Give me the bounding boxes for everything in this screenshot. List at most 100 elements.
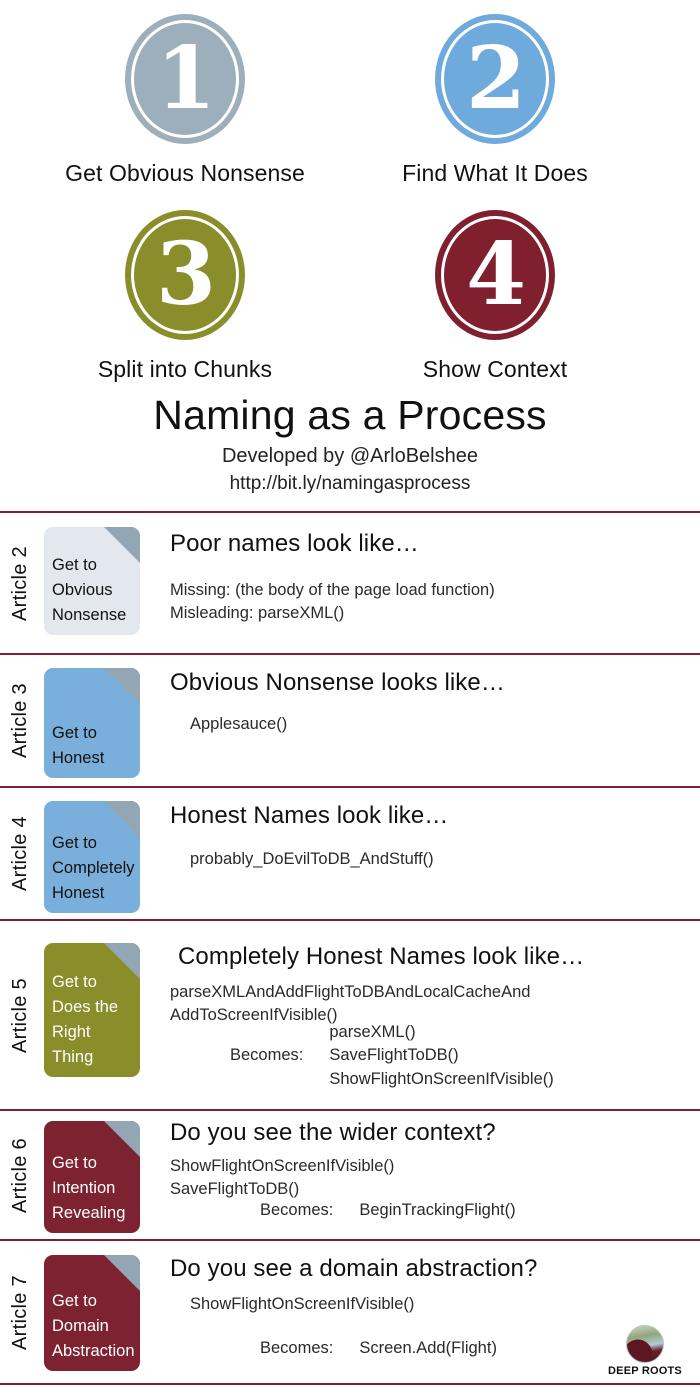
card-text-line: Get to xyxy=(52,723,97,742)
article-heading: Completely Honest Names look like… xyxy=(178,943,585,970)
article-number-label: Article 3 xyxy=(0,655,40,786)
step-3: 3 Split into Chunks xyxy=(10,210,360,383)
article-heading: Do you see a domain abstraction? xyxy=(170,1255,538,1282)
folded-corner-icon xyxy=(104,1255,140,1291)
step-3-label: Split into Chunks xyxy=(97,356,273,382)
article-row: Article 2 Get to Obvious Nonsense Poor names… xyxy=(0,511,700,653)
step-2-badge: 2 xyxy=(435,14,555,144)
card-text-line: Get to xyxy=(52,972,97,991)
article-example-lines: Applesauce() xyxy=(190,713,287,736)
article-body: Do you see the wider context? ShowFlightO… xyxy=(170,1111,694,1239)
article-number-label: Article 5 xyxy=(0,921,40,1109)
article-body: Completely Honest Names look like… parseX… xyxy=(170,921,694,1109)
article-row: Article 3 Get to Honest Obvious Nonsense lo… xyxy=(0,653,700,786)
article-body: Do you see a domain abstraction? ShowFlig… xyxy=(170,1241,694,1383)
title-block: Naming as a Process Developed by @ArloBe… xyxy=(0,392,700,495)
article-example-line: Missing: (the body of the page load func… xyxy=(170,581,495,599)
article-number-text: Article 2 xyxy=(8,545,31,621)
steps-section: 1 Get Obvious Nonsense 2 Find What It Do… xyxy=(0,0,700,400)
article-example-lines: ShowFlightOnScreenIfVisible() SaveFlightT… xyxy=(170,1155,394,1202)
article-example-lines: ShowFlightOnScreenIfVisible() xyxy=(190,1293,414,1316)
step-1: 1 Get Obvious Nonsense xyxy=(10,14,360,187)
article-heading: Poor names look like… xyxy=(170,530,419,557)
step-2-label: Find What It Does xyxy=(402,160,588,186)
step-1-label: Get Obvious Nonsense xyxy=(65,160,305,186)
step-2: 2 Find What It Does xyxy=(320,14,670,187)
article-row: Article 6 Get to Intention Revealing Do you … xyxy=(0,1109,700,1239)
becomes-block: Becomes: Screen.Add(Flight) xyxy=(260,1337,497,1360)
tree-roots-icon xyxy=(626,1325,664,1363)
step-1-badge: 1 xyxy=(125,14,245,144)
becomes-values: BeginTrackingFlight() xyxy=(359,1199,515,1222)
article-row: Article 4 Get to Completely Honest Honest Na… xyxy=(0,786,700,919)
article-example-line: parseXMLAndAddFlightToDBAndLocalCacheAnd xyxy=(170,983,531,1001)
becomes-value: BeginTrackingFlight() xyxy=(359,1201,516,1219)
deep-roots-logo: DEEP ROOTS xyxy=(602,1325,688,1377)
article-example-line: ShowFlightOnScreenIfVisible() xyxy=(190,1295,415,1313)
article-body: Honest Names look like… probably_DoEvilTo… xyxy=(170,788,694,919)
card-text-line: Abstraction xyxy=(52,1341,135,1360)
card-text-line: Obvious xyxy=(52,580,113,599)
card-text-line: Honest xyxy=(52,883,105,902)
article-heading: Do you see the wider context? xyxy=(170,1119,496,1146)
article-heading: Honest Names look like… xyxy=(170,802,449,829)
card-text-line: Domain xyxy=(52,1316,109,1335)
card-text-line: Intention xyxy=(52,1178,116,1197)
becomes-label: Becomes: xyxy=(230,1046,304,1065)
becomes-values: Screen.Add(Flight) xyxy=(359,1337,497,1360)
step-4-badge: 4 xyxy=(435,210,555,340)
step-4: 4 Show Context xyxy=(320,210,670,383)
title-subtitle: Developed by @ArloBelshee xyxy=(221,444,478,467)
article-example-line: Misleading: parseXML() xyxy=(170,604,345,623)
card-text-line: Get to xyxy=(52,833,97,852)
logo-text: DEEP ROOTS xyxy=(608,1365,682,1377)
article-step-card: Get to Obvious Nonsense xyxy=(44,527,140,635)
article-example-line: probably_DoEvilToDB_AndStuff() xyxy=(190,850,434,868)
step-1-number: 1 xyxy=(156,28,216,129)
article-number-label: Article 4 xyxy=(0,788,40,919)
card-text-line: Nonsense xyxy=(52,605,127,624)
article-number-text: Article 3 xyxy=(8,683,31,758)
step-3-number: 3 xyxy=(156,224,216,325)
infographic-page: 1 Get Obvious Nonsense 2 Find What It Do… xyxy=(0,0,700,1400)
article-number-label: Article 7 xyxy=(0,1241,40,1383)
card-text-line: Completely xyxy=(52,858,135,877)
card-text-line: Revealing xyxy=(52,1203,126,1222)
article-step-card: Get to Honest xyxy=(44,668,140,778)
becomes-values: parseXML() SaveFlightToDB() ShowFlightOnSc… xyxy=(329,1021,553,1091)
step-4-number: 4 xyxy=(466,224,526,325)
card-text-line: Get to xyxy=(52,555,97,574)
card-text-line: Does the xyxy=(52,997,119,1016)
step-4-label: Show Context xyxy=(422,356,568,382)
article-example-lines: Missing: (the body of the page load func… xyxy=(170,579,495,626)
article-example-line: Applesauce() xyxy=(190,715,288,733)
article-row: Article 7 Get to Domain Abstraction Do you s… xyxy=(0,1239,700,1385)
becomes-block: Becomes: BeginTrackingFlight() xyxy=(260,1199,516,1222)
becomes-label: Becomes: xyxy=(260,1339,334,1357)
becomes-value: ShowFlightOnScreenIfVisible() xyxy=(329,1069,554,1088)
article-example-line: ShowFlightOnScreenIfVisible() xyxy=(170,1157,395,1175)
becomes-value: parseXML() xyxy=(329,1023,416,1041)
article-number-text: Article 6 xyxy=(8,1137,31,1213)
page-title: Naming as a Process xyxy=(153,392,547,438)
articles-section: Article 2 Get to Obvious Nonsense Poor names… xyxy=(0,511,700,1385)
article-example-lines: probably_DoEvilToDB_AndStuff() xyxy=(190,848,434,871)
article-heading: Obvious Nonsense looks like… xyxy=(170,669,505,696)
card-text-line: Get to xyxy=(52,1291,97,1310)
becomes-block: Becomes: parseXML() SaveFlightToDB() ShowFl… xyxy=(230,1021,554,1091)
becomes-value: SaveFlightToDB() xyxy=(329,1046,459,1065)
article-body: Poor names look like… Missing: (the body … xyxy=(170,513,694,653)
article-number-label: Article 2 xyxy=(0,513,40,653)
step-2-number: 2 xyxy=(466,28,526,129)
article-number-label: Article 6 xyxy=(0,1111,40,1239)
becomes-value: Screen.Add(Flight) xyxy=(359,1339,497,1357)
article-number-text: Article 5 xyxy=(8,977,31,1053)
article-step-card: Get to Does the Right Thing xyxy=(44,943,140,1077)
article-step-card: Get to Intention Revealing xyxy=(44,1121,140,1233)
article-step-card: Get to Completely Honest xyxy=(44,801,140,913)
step-3-badge: 3 xyxy=(125,210,245,340)
article-number-text: Article 7 xyxy=(8,1274,31,1350)
becomes-label: Becomes: xyxy=(260,1201,334,1219)
article-row: Article 5 Get to Does the Right Thing Comple… xyxy=(0,919,700,1109)
title-url[interactable]: http://bit.ly/namingasprocess xyxy=(0,473,700,495)
